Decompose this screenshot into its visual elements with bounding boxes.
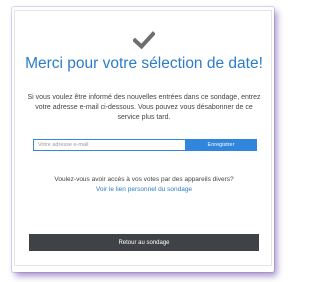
notification-description: Si vous voulez être informé des nouvelle…	[27, 94, 261, 121]
save-button[interactable]: Enregistrer	[185, 139, 257, 151]
check-icon	[133, 31, 155, 49]
email-subscribe-form: Enregistrer	[33, 139, 257, 151]
personal-poll-link[interactable]: Voir le lien personnel du sondage	[19, 185, 269, 194]
back-to-poll-button[interactable]: Retour au sondage	[29, 234, 259, 251]
email-input[interactable]	[33, 139, 185, 151]
page: Merci pour votre sélection de date! Si v…	[0, 0, 281, 282]
confirmation-title: Merci pour votre sélection de date!	[25, 55, 263, 72]
confirmation-card: Merci pour votre sélection de date! Si v…	[14, 10, 272, 266]
devices-question: Voulez-vous avoir accès à vos votes par …	[54, 176, 234, 183]
